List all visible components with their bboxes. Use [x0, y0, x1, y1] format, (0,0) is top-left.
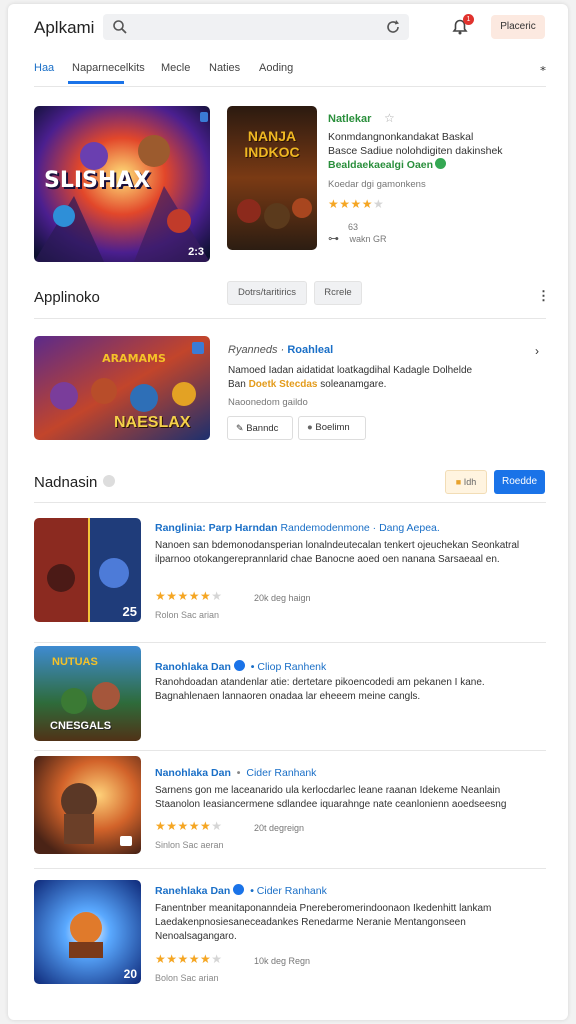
list-item-thumbnail[interactable]: 20	[34, 880, 141, 984]
featured-meta: Koedar dgi gamonkens	[328, 179, 426, 190]
thumbnail-caption: SLISHAX	[44, 168, 151, 193]
notification-button[interactable]: 1	[450, 14, 474, 39]
review-count: 10k deg Regn	[254, 956, 311, 966]
author-name: Sinlon Sac aeran	[155, 840, 224, 850]
list-item-title[interactable]: Ranohlaka Dan • Cliop Ranhenk	[155, 660, 326, 673]
divider	[34, 642, 546, 643]
more-tabs-icon[interactable]: ⁎	[540, 60, 546, 74]
author-name: Rolon Sac arian	[155, 610, 220, 620]
search-input[interactable]	[103, 14, 409, 40]
filter-chip-2[interactable]: Rcrele	[314, 281, 362, 305]
tab-adding[interactable]: Aoding	[259, 62, 293, 74]
thumbnail-badge: 25	[122, 604, 137, 619]
more-options-icon[interactable]: ⋮	[537, 288, 550, 304]
folder-button[interactable]: ■ Idh	[445, 470, 487, 494]
thumbnail-badge: 20	[123, 967, 137, 981]
list-item-title[interactable]: Nanohlaka Dan • Cider Ranhank	[155, 767, 316, 779]
search-icon	[113, 20, 127, 34]
divider	[34, 86, 546, 87]
list-item-body: Fanentnber meanitaponanndeia Pnereberome…	[155, 903, 492, 942]
featured-rating-stars: ★★★★★	[328, 197, 385, 211]
list-item-title[interactable]: Ranehlaka Dan • Cider Ranhank	[155, 884, 327, 897]
refresh-icon[interactable]	[385, 19, 401, 35]
list-item-thumbnail[interactable]	[34, 756, 141, 854]
app-title: Aplkami	[34, 18, 95, 37]
app-meta: Naoonedom gaildo	[228, 397, 308, 408]
game-art-image	[34, 756, 141, 854]
thumbnail-caption: NANJA INDKOC	[244, 128, 300, 160]
tab-home[interactable]: Haa	[34, 62, 54, 74]
app-title-line: Ryanneds · Roahleal	[228, 344, 334, 356]
app-thumbnail[interactable]: ARAMAMS NAESLAX	[34, 336, 210, 440]
verified-icon	[435, 158, 447, 169]
divider	[34, 868, 546, 869]
section-title-apps: Applinoko	[34, 289, 100, 306]
tab-bar: Haa Naparnecelkits Mecle Naties Aoding ⁎	[8, 52, 568, 86]
thumbnail-caption: CNESGALS	[50, 720, 112, 732]
featured-info: 63 ⊶ wakn GR	[328, 222, 387, 245]
filter-chip-1[interactable]: Dotrs/taritirics	[227, 281, 307, 305]
active-tab-indicator	[68, 81, 124, 84]
divider	[34, 750, 546, 751]
folder-icon: ■	[455, 477, 462, 487]
tab-recommended[interactable]: Naparnecelkits	[72, 62, 145, 74]
divider	[34, 502, 546, 503]
divider	[34, 318, 546, 319]
boelimn-button[interactable]: ● Boelimn	[298, 416, 366, 440]
review-count: 20t degreign	[254, 823, 305, 833]
notification-badge: 1	[463, 14, 474, 25]
list-item-thumbnail[interactable]: NUTUAS CNESGALS	[34, 646, 141, 741]
favorite-icon[interactable]: ☆	[384, 111, 395, 125]
rating-stars: ★★★★★★	[155, 819, 223, 833]
thumbnail-badge: 2:3	[188, 246, 204, 258]
chevron-right-icon[interactable]: ›	[535, 344, 539, 358]
thumbnail-caption: NAESLAX	[114, 414, 191, 431]
list-item-thumbnail[interactable]: 25	[34, 518, 141, 622]
circle-icon: ●	[307, 422, 313, 433]
verified-icon	[103, 475, 116, 487]
header-action-button[interactable]: Placeric	[491, 15, 545, 39]
rating-stars: ★★★★★★	[155, 952, 223, 966]
featured-thumbnail-2[interactable]: NANJA INDKOC	[227, 106, 317, 250]
list-item-body: Sarnens gon me laceanarido ula kerlocdar…	[155, 785, 507, 810]
featured-description: Konmdangnonkandakat Baskal Basce Sadiue …	[328, 131, 503, 171]
author-name: Bolon Sac arian	[155, 973, 219, 983]
review-count: 20k deg haign	[254, 593, 311, 603]
controller-icon: ⊶	[328, 233, 339, 245]
thumbnail-art-text: NUTUAS	[52, 656, 98, 668]
rating-stars: ★★★★★★	[155, 589, 223, 603]
app-description: Namoed Iadan aidatidat loatkagdihal Kada…	[228, 365, 473, 390]
primary-action-button[interactable]: Roedde	[494, 470, 545, 494]
list-item-body: Nanoen san bdemonodansperian lonalndeute…	[155, 540, 520, 565]
banndc-button[interactable]: ✎ Banndc	[227, 416, 293, 440]
svg-text:ARAMAMS: ARAMAMS	[102, 352, 166, 365]
list-item-body: Ranohdoadan atandenlar atie: dertetare p…	[155, 677, 485, 702]
section-title-reviews: Nadnasin	[34, 474, 116, 491]
edit-icon: ✎	[236, 423, 244, 433]
verified-icon	[233, 884, 245, 895]
app-window: Aplkami 1 Placeric Haa Naparnecelkits Me…	[8, 4, 568, 1020]
featured-thumbnail-1[interactable]: SLISHAX 2:3	[34, 106, 210, 262]
verified-icon	[233, 660, 245, 671]
tab-media[interactable]: Mecle	[161, 62, 190, 74]
top-bar: Aplkami 1 Placeric	[8, 4, 568, 52]
featured-title[interactable]: Natlekar	[328, 113, 371, 125]
tab-news[interactable]: Naties	[209, 62, 240, 74]
list-item-title[interactable]: Ranglinia: Parp Harndan Randemodenmone ·…	[155, 522, 440, 534]
